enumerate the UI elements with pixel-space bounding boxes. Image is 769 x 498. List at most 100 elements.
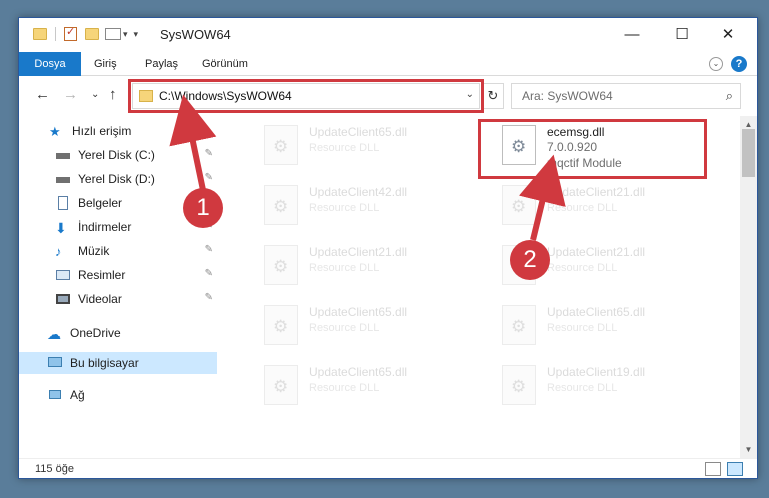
file-name: UpdateClient42.dll <box>309 185 408 199</box>
dll-file-icon <box>264 125 298 165</box>
recent-locations-icon[interactable]: ⌄ <box>91 89 99 100</box>
sidebar-item-this-pc[interactable]: Bu bilgisayar <box>19 352 217 374</box>
sidebar-item-label: Resimler <box>78 268 126 282</box>
sidebar-item-quick-access[interactable]: ★ Hızlı erişim <box>19 120 217 142</box>
folder-icon <box>33 28 47 40</box>
file-name: UpdateClient21.dll <box>547 245 646 259</box>
layout-icon[interactable] <box>105 28 121 40</box>
sidebar-item-label: Hızlı erişim <box>72 124 132 138</box>
file-type: mqctif Module <box>547 156 622 170</box>
pin-icon[interactable]: ✎ <box>205 196 213 207</box>
sidebar-item-pictures[interactable]: Resimler ✎ <box>19 264 217 286</box>
search-box[interactable]: Ara: SysWOW64 ⌕ <box>511 83 741 109</box>
pin-icon[interactable]: ✎ <box>205 220 213 231</box>
star-icon: ★ <box>49 124 61 139</box>
dll-file-icon <box>264 185 298 225</box>
sidebar-item-music[interactable]: ♪ Müzik ✎ <box>19 240 217 262</box>
file-list: UpdateClient65.dll Resource DLL UpdateCl… <box>232 116 732 458</box>
list-item[interactable]: UpdateClient21.dll Resource DLL <box>490 239 718 299</box>
list-item-highlighted[interactable]: ecemsg.dll 7.0.0.920 mqctif Module <box>490 119 718 179</box>
title-bar: ▾ ▾ SysWOW64 — ☐ ✕ <box>19 18 757 52</box>
search-icon[interactable]: ⌕ <box>726 88 733 104</box>
tab-home[interactable]: Giriş <box>94 52 117 76</box>
file-name: ecemsg.dll <box>547 125 605 139</box>
sidebar-item-videos[interactable]: Videolar ✎ <box>19 288 217 310</box>
list-item[interactable]: UpdateClient21.dll Resource DLL <box>490 179 718 239</box>
address-highlight-box <box>128 79 484 113</box>
pin-icon[interactable]: ✎ <box>205 244 213 255</box>
file-type: Resource DLL <box>309 322 380 334</box>
sidebar-item-label: Yerel Disk (C:) <box>78 148 155 162</box>
list-item[interactable]: UpdateClient65.dll Resource DLL <box>252 299 480 359</box>
sidebar-item-downloads[interactable]: ⬇ İndirmeler ✎ <box>19 216 217 238</box>
minimize-button[interactable]: — <box>609 23 655 47</box>
sidebar-item-onedrive[interactable]: ☁ OneDrive <box>19 322 217 344</box>
toolbar-divider <box>55 27 56 41</box>
list-item[interactable]: UpdateClient65.dll Resource DLL <box>490 299 718 359</box>
file-name: UpdateClient65.dll <box>309 305 408 319</box>
properties-icon[interactable] <box>64 25 77 41</box>
back-button[interactable]: ← <box>35 86 50 103</box>
sidebar-item-documents[interactable]: Belgeler ✎ <box>19 192 217 214</box>
list-item[interactable]: UpdateClient65.dll Resource DLL <box>252 119 480 179</box>
computer-icon <box>47 356 63 370</box>
refresh-button[interactable]: ↻ <box>482 83 504 109</box>
sidebar-item-label: Yerel Disk (D:) <box>78 172 155 186</box>
close-button[interactable]: ✕ <box>705 23 751 47</box>
large-icons-view-icon[interactable] <box>727 462 743 476</box>
dll-file-icon <box>264 365 298 405</box>
picture-icon <box>55 268 71 282</box>
file-name: UpdateClient65.dll <box>309 365 408 379</box>
sidebar-item-label: Videolar <box>78 292 122 306</box>
list-item[interactable]: UpdateClient21.dll Resource DLL <box>252 239 480 299</box>
pin-icon[interactable]: ✎ <box>205 292 213 303</box>
pin-icon[interactable]: ✎ <box>205 148 213 159</box>
file-type: Resource DLL <box>547 262 618 274</box>
chevron-down-icon[interactable]: ▾ <box>123 29 128 40</box>
list-item[interactable]: UpdateClient65.dll Resource DLL <box>252 359 480 419</box>
sidebar-item-local-disk-d[interactable]: Yerel Disk (D:) ✎ <box>19 168 217 190</box>
sidebar-item-label: Ağ <box>70 388 85 402</box>
sidebar-item-label: Belgeler <box>78 196 123 210</box>
network-icon <box>47 388 63 402</box>
sidebar-item-network[interactable]: Ağ <box>19 384 217 406</box>
details-view-icon[interactable] <box>705 462 721 476</box>
sidebar-item-label: Müzik <box>78 244 110 258</box>
vertical-scrollbar[interactable]: ▲ ▼ <box>740 116 757 458</box>
customize-toolbar-icon[interactable]: ▾ <box>134 29 139 40</box>
dll-file-icon <box>502 365 536 405</box>
cloud-icon: ☁ <box>47 326 61 342</box>
help-icon[interactable]: ? <box>731 56 747 72</box>
pin-icon[interactable]: ✎ <box>205 172 213 183</box>
scroll-thumb[interactable] <box>742 129 755 177</box>
tab-view[interactable]: Görünüm <box>202 52 248 76</box>
video-icon <box>55 292 71 306</box>
list-item[interactable]: UpdateClient42.dll Resource DLL <box>252 179 480 239</box>
file-type: Resource DLL <box>309 262 380 274</box>
new-folder-icon[interactable] <box>85 28 99 40</box>
forward-button[interactable]: → <box>63 86 78 103</box>
file-version: 7.0.0.920 <box>547 140 598 154</box>
up-button[interactable]: ↑ <box>109 86 117 103</box>
dll-file-icon <box>502 185 536 225</box>
download-icon: ⬇ <box>55 220 67 236</box>
pin-icon[interactable]: ✎ <box>205 268 213 279</box>
expand-ribbon-icon[interactable]: ⌄ <box>709 57 723 71</box>
tab-share[interactable]: Paylaş <box>145 52 178 76</box>
list-item[interactable]: UpdateClient19.dll Resource DLL <box>490 359 718 419</box>
file-type: Resource DLL <box>547 322 618 334</box>
file-type: Resource DLL <box>547 382 618 394</box>
sidebar-item-label: Bu bilgisayar <box>70 356 139 370</box>
scroll-down-icon[interactable]: ▼ <box>740 441 757 458</box>
maximize-button[interactable]: ☐ <box>659 23 705 47</box>
tab-file[interactable]: Dosya <box>19 52 81 76</box>
sidebar-item-local-disk-c[interactable]: Yerel Disk (C:) ✎ <box>19 144 217 166</box>
search-input[interactable]: Ara: SysWOW64 <box>522 89 613 103</box>
explorer-window: ▾ ▾ SysWOW64 — ☐ ✕ Dosya Giriş Paylaş Gö… <box>18 17 758 479</box>
quick-access-toolbar: ▾ ▾ <box>33 25 139 41</box>
music-icon: ♪ <box>55 244 62 259</box>
file-type: Resource DLL <box>547 202 618 214</box>
file-name: UpdateClient65.dll <box>309 125 408 139</box>
drive-icon <box>55 148 71 162</box>
drive-icon <box>55 172 71 186</box>
